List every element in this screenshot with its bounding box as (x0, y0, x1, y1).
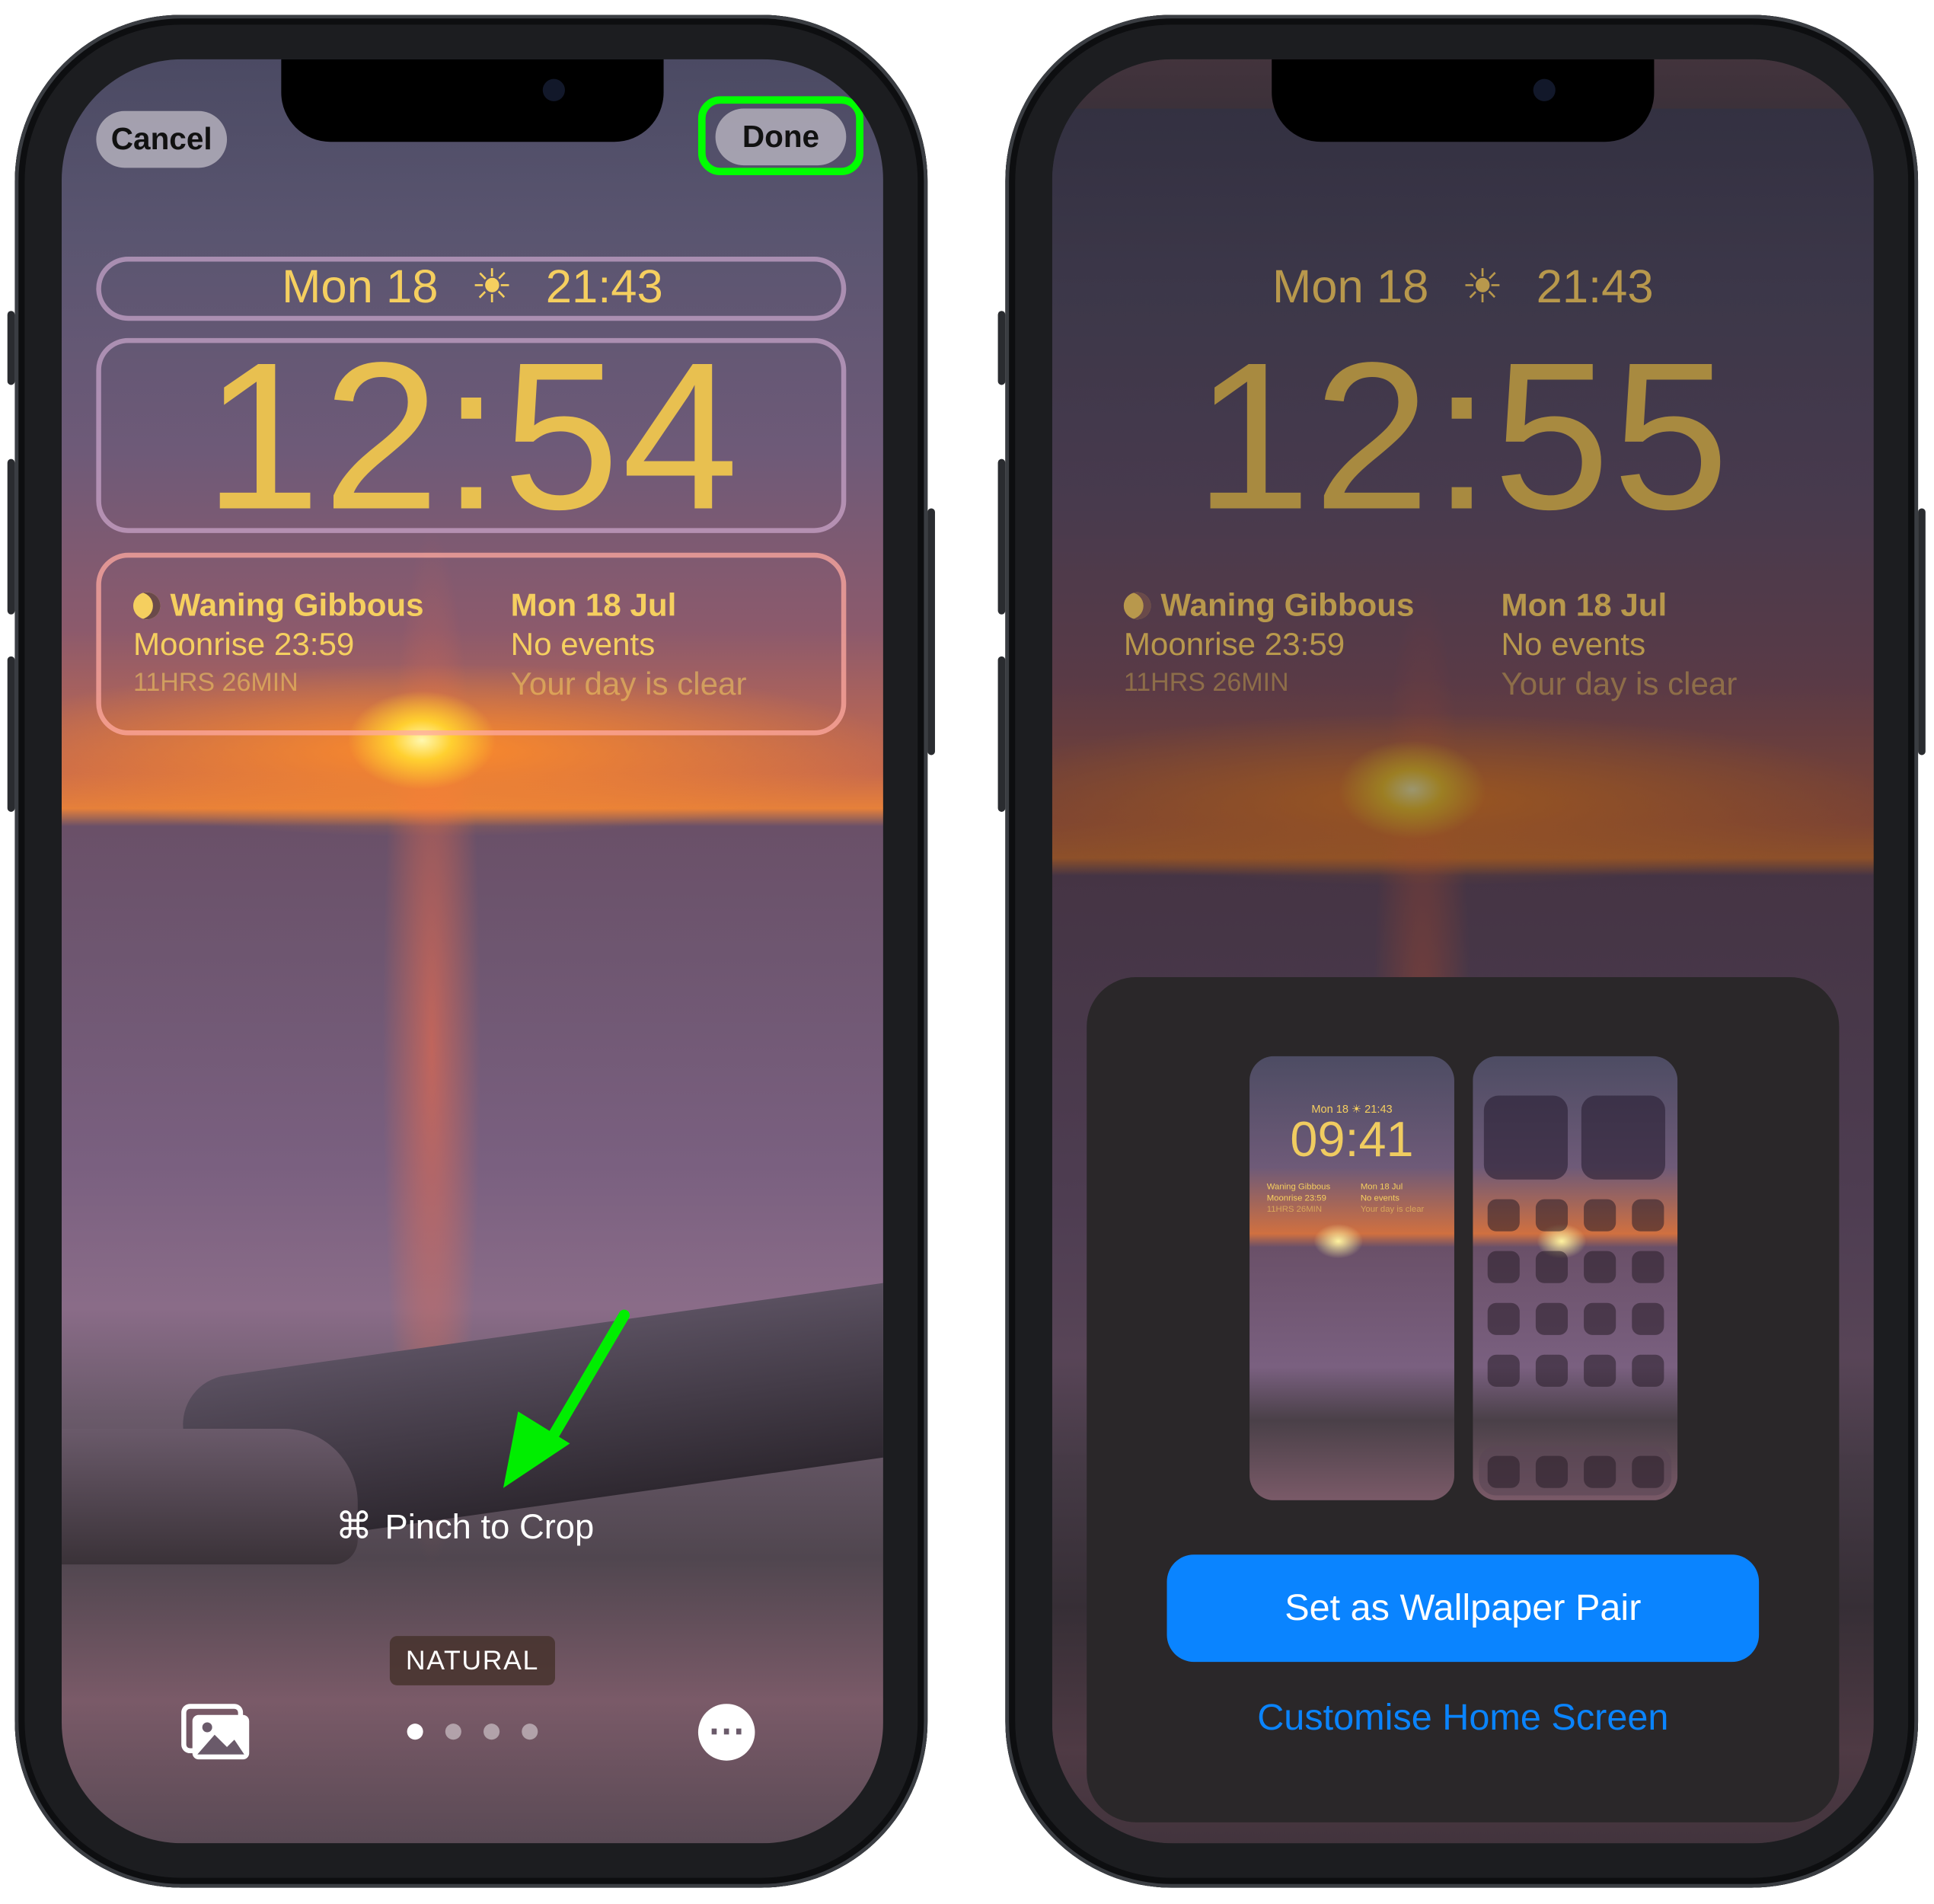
app-icon-placeholder (1632, 1302, 1664, 1335)
page-dot[interactable] (484, 1724, 500, 1740)
sunset-icon: ☀ (1461, 261, 1504, 314)
date-text: Mon 18 (1272, 261, 1429, 314)
lock-screen-editor: Cancel Done Mon 18 ☀ 21:43 12:54 Waning … (62, 59, 883, 1844)
app-icon-placeholder (1487, 1354, 1520, 1387)
crop-icon: ⌘ (335, 1506, 373, 1548)
hint-text: Pinch to Crop (385, 1506, 595, 1546)
moon-widget: Waning Gibbous Moonrise 23:59 11HRS 26MI… (132, 585, 424, 704)
app-icon-placeholder (1535, 1251, 1569, 1283)
moonrise-text: Moonrise 23:59 (1123, 625, 1345, 663)
preview-clock: 09:41 (1290, 1113, 1414, 1168)
moon-phase-icon (1123, 592, 1151, 620)
home-screen-preview[interactable] (1473, 1056, 1678, 1500)
notch (281, 59, 664, 142)
volume-down-button (997, 656, 1006, 812)
sunset-time: 21:43 (545, 261, 663, 314)
moon-title: Waning Gibbous (1160, 586, 1415, 624)
rock-decoration (62, 1428, 358, 1565)
volume-up-button (7, 458, 15, 615)
moon-countdown: 11HRS 26MIN (1123, 669, 1289, 698)
cancel-button[interactable]: Cancel (96, 110, 228, 168)
app-icon-placeholder (1487, 1455, 1520, 1488)
camera-icon (1533, 78, 1556, 101)
app-icon-placeholder (1584, 1302, 1616, 1335)
volume-up-button (997, 458, 1006, 615)
preview-cal-title: Mon 18 Jul (1360, 1183, 1403, 1192)
page-dot[interactable] (522, 1724, 538, 1740)
calendar-status: Your day is clear (1501, 665, 1738, 702)
more-options-icon[interactable]: ⋯ (697, 1704, 755, 1761)
app-icon-placeholder (1487, 1251, 1520, 1283)
side-button (1918, 508, 1926, 756)
page-dots[interactable] (407, 1724, 538, 1740)
filter-label: NATURAL (389, 1636, 555, 1685)
calendar-widget: Mon 18 Jul No events Your day is clear (511, 585, 747, 704)
app-icon-placeholder (1535, 1354, 1569, 1387)
app-icon-placeholder (1632, 1354, 1664, 1387)
app-icon-placeholder (1632, 1199, 1664, 1232)
app-icon-placeholder (1487, 1302, 1520, 1335)
preview-moon-widget: Waning Gibbous Moonrise 23:59 11HRS 26MI… (1267, 1182, 1330, 1216)
mute-switch (997, 311, 1006, 385)
moonrise-text: Moonrise 23:59 (132, 625, 355, 663)
widget-placeholder (1581, 1095, 1665, 1180)
app-icon-placeholder (1584, 1199, 1616, 1232)
camera-icon (542, 78, 565, 101)
preview-cal-status: Your day is clear (1360, 1205, 1425, 1215)
mute-switch (7, 311, 15, 385)
moon-title: Waning Gibbous (170, 586, 424, 624)
app-icon-placeholder (1632, 1455, 1664, 1488)
app-icon-placeholder (1632, 1251, 1664, 1283)
date-row: Mon 18 ☀ 21:43 (62, 259, 883, 315)
sunset-icon: ☀ (471, 261, 513, 314)
green-arrow-annotation (503, 1309, 630, 1488)
app-icon-placeholder (1584, 1455, 1616, 1488)
customise-home-screen-link[interactable]: Customise Home Screen (1087, 1698, 1839, 1739)
app-icon-placeholder (1487, 1199, 1520, 1232)
moon-phase-icon (132, 592, 161, 620)
calendar-status: Your day is clear (510, 665, 747, 702)
preview-moonrise: Moonrise 23:59 (1266, 1194, 1326, 1203)
set-wallpaper-pair-button[interactable]: Set as Wallpaper Pair (1166, 1554, 1760, 1663)
page-dot[interactable] (445, 1724, 461, 1740)
calendar-widget: Mon 18 Jul No events Your day is clear (1502, 585, 1738, 704)
right-phone: Mon 18 ☀ 21:43 12:55 Waning Gibbous Moon… (997, 14, 1926, 1888)
notch (1272, 59, 1655, 142)
app-icon-placeholder (1584, 1354, 1616, 1387)
done-highlight-outline (697, 96, 863, 176)
app-icon-placeholder (1535, 1199, 1569, 1232)
moon-countdown: 11HRS 26MIN (132, 669, 298, 698)
calendar-events: No events (510, 625, 656, 663)
calendar-title: Mon 18 Jul (510, 586, 677, 624)
app-icon-placeholder (1535, 1302, 1569, 1335)
preview-cal-events: No events (1360, 1194, 1399, 1203)
clock: 12:55 (1194, 319, 1731, 554)
left-phone: Cancel Done Mon 18 ☀ 21:43 12:54 Waning … (7, 14, 935, 1888)
widget-placeholder (1483, 1095, 1569, 1180)
side-button (927, 508, 935, 756)
calendar-events: No events (1501, 625, 1646, 663)
date-text: Mon 18 (282, 261, 439, 314)
lock-screen-preview[interactable]: Mon 18 ☀ 21:43 09:41 Waning Gibbous Moon… (1249, 1056, 1454, 1500)
wallpaper-pair-sheet: Mon 18 ☀ 21:43 09:41 Waning Gibbous Moon… (1087, 977, 1840, 1823)
clock: 12:54 (203, 319, 742, 554)
calendar-title: Mon 18 Jul (1501, 586, 1668, 624)
pinch-to-crop-hint: ⌘ Pinch to Crop (336, 1505, 595, 1548)
page-dot-active[interactable] (407, 1724, 423, 1740)
date-row: Mon 18 ☀ 21:43 (1052, 259, 1874, 315)
preview-moon-countdown: 11HRS 26MIN (1266, 1205, 1323, 1215)
app-icon-placeholder (1584, 1251, 1616, 1283)
volume-down-button (7, 656, 15, 812)
app-icon-placeholder (1535, 1455, 1569, 1488)
preview-moon-title: Waning Gibbous (1266, 1183, 1331, 1192)
photos-icon[interactable] (180, 1703, 254, 1765)
preview-calendar-widget: Mon 18 Jul No events Your day is clear (1361, 1182, 1424, 1216)
wallpaper-confirm-screen: Mon 18 ☀ 21:43 12:55 Waning Gibbous Moon… (1052, 59, 1874, 1844)
sunset-time: 21:43 (1536, 261, 1654, 314)
moon-widget: Waning Gibbous Moonrise 23:59 11HRS 26MI… (1123, 585, 1415, 704)
